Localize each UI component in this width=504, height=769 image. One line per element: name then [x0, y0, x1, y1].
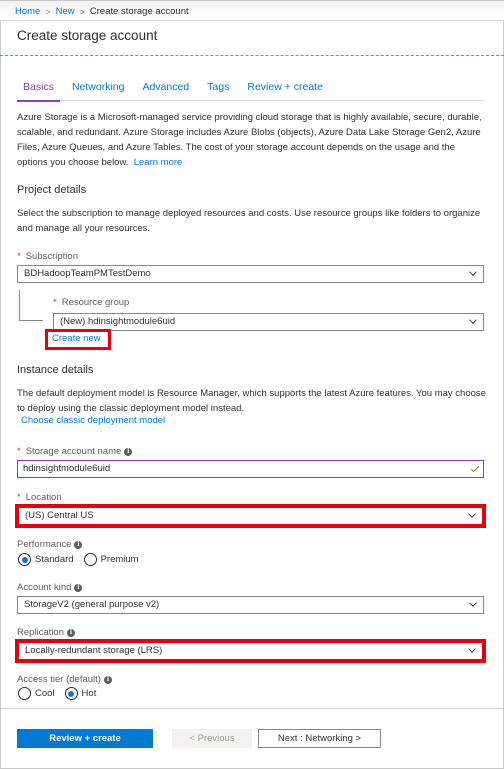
checkmark-icon [470, 463, 480, 473]
info-icon[interactable]: i [103, 675, 112, 684]
access-tier-cool-radio[interactable] [18, 687, 31, 700]
intro-description: Azure Storage is a Microsoft-managed ser… [17, 110, 487, 170]
chevron-down-icon [469, 316, 477, 324]
account-kind-label-text: Account kind [17, 582, 72, 593]
account-kind-value: StorageV2 (general purpose v2) [24, 599, 160, 610]
instance-details-description: The default deployment model is Resource… [17, 388, 486, 414]
access-tier-cool-label[interactable]: Cool [35, 688, 55, 699]
account-kind-select[interactable]: StorageV2 (general purpose v2) [17, 596, 484, 614]
next-networking-button[interactable]: Next : Networking > [258, 729, 381, 748]
performance-standard-radio[interactable] [18, 553, 31, 566]
subscription-label: * Subscription [17, 251, 78, 262]
breadcrumb: Home > New > Create storage account [15, 6, 189, 17]
breadcrumb-new[interactable]: New [56, 6, 75, 17]
breadcrumb-home[interactable]: Home [15, 6, 40, 17]
previous-button[interactable]: < Previous [172, 729, 252, 748]
performance-premium-label[interactable]: Premium [101, 554, 139, 565]
access-tier-label: Access tier (default) i [17, 674, 112, 685]
chevron-right-icon: > [79, 6, 85, 17]
chevron-down-icon [468, 645, 476, 653]
resource-group-label-text: Resource group [61, 297, 130, 308]
account-kind-label: Account kind i [17, 582, 83, 593]
replication-label: Replication i [17, 627, 75, 638]
storage-account-name-label-text: Storage account name [25, 446, 122, 457]
performance-premium-radio[interactable] [83, 553, 97, 566]
header-divider [0, 55, 504, 56]
replication-value: Locally-redundant storage (LRS) [25, 645, 163, 656]
access-tier-hot-radio[interactable] [64, 687, 78, 700]
info-icon[interactable]: i [74, 540, 83, 549]
tab-review-create[interactable]: Review + create [241, 81, 329, 101]
location-label: * Location [17, 492, 62, 503]
tab-bar: Basics Networking Advanced Tags Review +… [17, 81, 484, 102]
storage-account-name-input[interactable]: hdinsightmodule6uid [17, 460, 484, 478]
performance-radio-group: Standard Premium [18, 553, 145, 566]
tab-basics[interactable]: Basics [17, 81, 60, 102]
chevron-down-icon [469, 599, 477, 607]
footer-divider [0, 708, 504, 709]
resource-group-select[interactable]: (New) hdinsightmodule6uid [53, 313, 484, 331]
location-label-text: Location [25, 492, 62, 503]
chevron-down-icon [468, 510, 476, 518]
location-value: (US) Central US [25, 510, 94, 521]
project-details-description: Select the subscription to manage deploy… [17, 208, 481, 234]
breadcrumb-bar: Home > New > Create storage account [0, 0, 504, 21]
storage-account-name-value: hdinsightmodule6uid [23, 463, 111, 474]
page-title: Create storage account [17, 28, 158, 43]
tab-networking[interactable]: Networking [66, 81, 131, 101]
tab-advanced[interactable]: Advanced [136, 81, 195, 101]
storage-account-name-label: * Storage account name i [17, 446, 133, 457]
project-details-heading: Project details [17, 184, 87, 196]
performance-standard-label[interactable]: Standard [35, 554, 74, 565]
required-marker: * [53, 297, 57, 308]
subscription-value: BDHadoopTeamPMTestDemo [24, 268, 151, 279]
learn-more-link[interactable]: Learn more [134, 157, 183, 168]
tree-connector [19, 290, 43, 321]
required-marker: * [17, 251, 21, 262]
required-marker: * [17, 446, 21, 457]
access-tier-hot-label[interactable]: Hot [82, 688, 97, 699]
intro-text: Azure Storage is a Microsoft-managed ser… [17, 112, 482, 168]
create-new-resource-group-link[interactable]: Create new [45, 329, 111, 350]
subscription-label-text: Subscription [25, 251, 78, 262]
resource-group-value: (New) hdinsightmodule6uid [60, 316, 176, 327]
performance-label: Performance i [17, 539, 83, 550]
replication-label-text: Replication [17, 627, 64, 638]
replication-select[interactable]: Locally-redundant storage (LRS) [15, 639, 486, 663]
subscription-select[interactable]: BDHadoopTeamPMTestDemo [17, 265, 484, 283]
info-icon[interactable]: i [67, 628, 75, 637]
resource-group-label: * Resource group [53, 297, 129, 308]
instance-details-heading: Instance details [17, 364, 94, 376]
access-tier-label-text: Access tier (default) [17, 674, 101, 685]
access-tier-radio-group: Cool Hot [18, 687, 102, 700]
review-create-button[interactable]: Review + create [17, 729, 153, 748]
info-icon[interactable]: i [74, 583, 83, 592]
choose-classic-deployment-link[interactable]: Choose classic deployment model [21, 415, 165, 426]
chevron-down-icon [469, 268, 477, 276]
info-icon[interactable]: i [124, 447, 133, 456]
chevron-right-icon: > [45, 6, 51, 17]
breadcrumb-current: Create storage account [89, 6, 189, 17]
location-select[interactable]: (US) Central US [15, 504, 486, 528]
required-marker: * [17, 492, 21, 503]
performance-label-text: Performance [17, 539, 72, 550]
tab-tags[interactable]: Tags [201, 81, 235, 101]
